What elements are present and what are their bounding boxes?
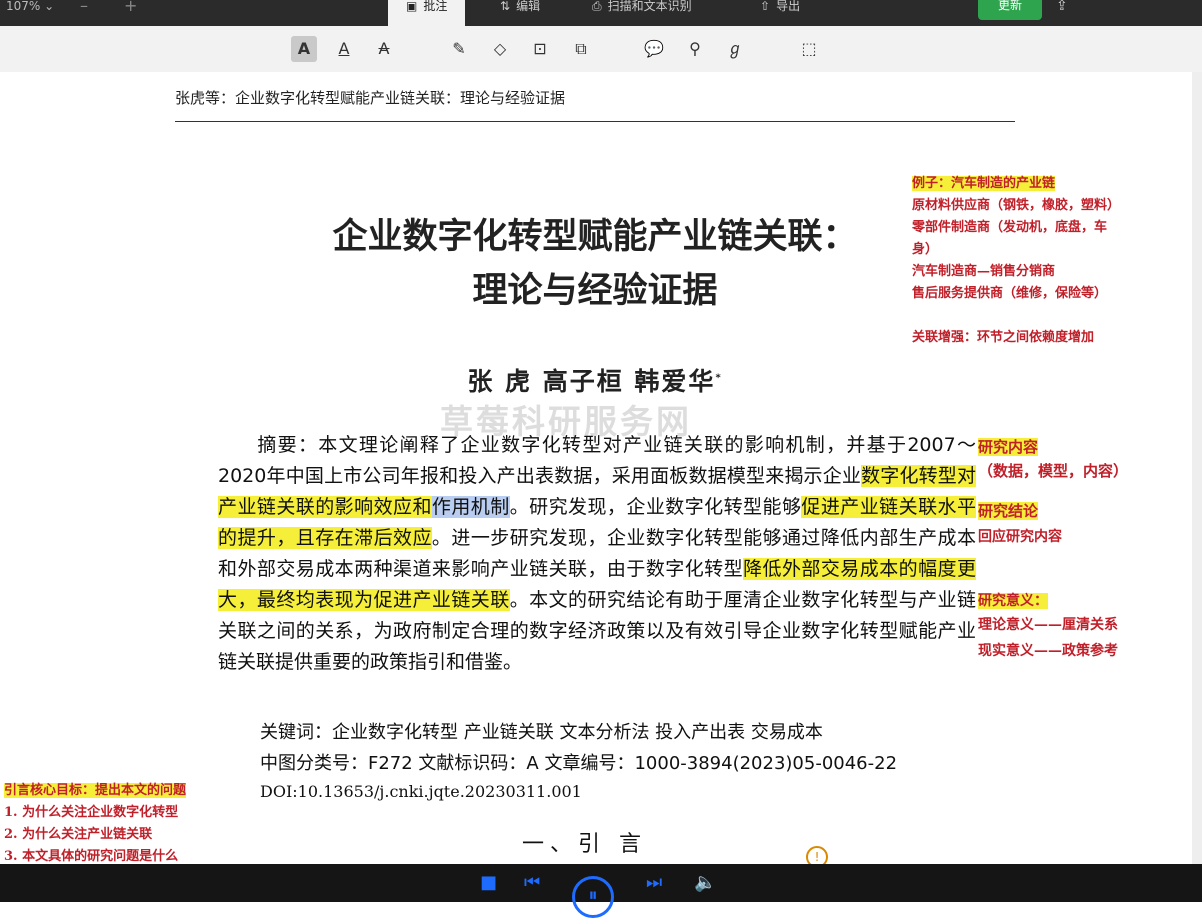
header-rule: [175, 121, 1015, 122]
highlight-text-icon[interactable]: A: [291, 36, 317, 62]
note-intro: 引言核心目标：提出本文的问题 1. 为什么关注企业数字化转型 2. 为什么关注产…: [4, 783, 187, 864]
next-icon[interactable]: ⏭: [646, 872, 662, 893]
keywords: 关键词：企业数字化转型 产业链关联 文本分析法 投入产出表 交易成本: [260, 722, 823, 743]
stop-icon[interactable]: ■: [480, 872, 497, 893]
note-reply-content: 回应研究内容: [978, 529, 1062, 545]
shapes-icon[interactable]: ⧉: [568, 36, 594, 62]
section-heading: 一、引 言: [522, 832, 647, 857]
doi: DOI:10.13653/j.cnki.jqte.20230311.001: [260, 782, 582, 801]
pen-icon[interactable]: ✎: [446, 36, 472, 62]
tab-annotate[interactable]: ▣ 批注: [388, 0, 466, 26]
zoom-out-button[interactable]: –: [80, 0, 88, 15]
annotate-icon: ▣: [406, 0, 418, 13]
stamp-icon[interactable]: ⚲: [682, 36, 708, 62]
select-area-icon[interactable]: ⬚: [796, 36, 822, 62]
app-top-bar: 107% ⌄ – + ▣ 批注 ⇅ 编辑 ⎙ 扫描和文本识别 ⇧ 导出 更新 ⇪: [0, 0, 1202, 26]
tab-edit[interactable]: ⇅ 编辑: [500, 0, 540, 26]
vertical-scrollbar[interactable]: [1192, 72, 1202, 864]
annotation-toolbar: A A A ✎ ◇ ⊡ ⧉ 💬 ⚲ ℊ ⬚: [0, 26, 1202, 73]
note-research-conclusion: 研究结论: [978, 502, 1039, 520]
note-research-content-detail: （数据，模型，内容）: [978, 462, 1129, 480]
scan-icon: ⎙: [592, 0, 602, 13]
comment-icon[interactable]: 💬: [641, 36, 667, 62]
update-button[interactable]: 更新: [978, 0, 1042, 20]
note-research-content: 研究内容: [978, 438, 1039, 456]
share-icon[interactable]: ⇪: [1056, 0, 1068, 14]
classification-line: 中图分类号：F272 文献标识码：A 文章编号：1000-3894(2023)0…: [260, 753, 898, 774]
textbox-icon[interactable]: ⊡: [527, 36, 553, 62]
text-selection[interactable]: 作用机制: [431, 496, 510, 518]
paper-title: 企业数字化转型赋能产业链关联： 理论与经验证据: [332, 216, 858, 311]
eraser-icon[interactable]: ◇: [487, 36, 513, 62]
tab-scan-ocr[interactable]: ⎙ 扫描和文本识别: [592, 0, 692, 26]
zoom-level[interactable]: 107% ⌄: [6, 0, 54, 16]
author-list: 张 虎 高子桓 韩爱华*: [467, 367, 723, 396]
pause-button[interactable]: ⏸: [572, 876, 614, 918]
note-research-significance: 研究意义：: [978, 593, 1048, 609]
signature-icon[interactable]: ℊ: [722, 36, 748, 62]
note-theory: 理论意义——厘清关系: [978, 617, 1118, 633]
underline-text-icon[interactable]: A: [331, 36, 357, 62]
export-icon: ⇧: [760, 0, 771, 13]
strikethrough-text-icon[interactable]: A: [371, 36, 397, 62]
volume-icon[interactable]: 🔈: [694, 872, 716, 893]
running-head: 张虎等：企业数字化转型赋能产业链关联：理论与经验证据: [175, 89, 566, 107]
edit-icon: ⇅: [500, 0, 511, 13]
zoom-in-button[interactable]: +: [124, 0, 137, 15]
note-practice: 现实意义——政策参考: [978, 643, 1118, 659]
previous-icon[interactable]: ⏮: [524, 872, 540, 893]
tab-export[interactable]: ⇧ 导出: [760, 0, 800, 26]
note-example: 例子：汽车制造的产业链 原材料供应商（钢铁，橡胶，塑料） 零部件制造商（发动机，…: [912, 176, 1121, 345]
abstract-paragraph: 摘要：本文理论阐释了企业数字化转型对产业链关联的影响机制，并基于2007～202…: [218, 434, 976, 673]
